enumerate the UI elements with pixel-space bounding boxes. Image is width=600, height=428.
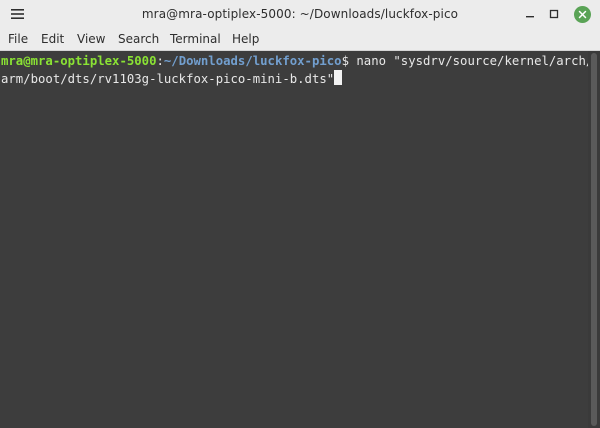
terminal-line: arm/boot/dts/rv1103g-luckfox-pico-mini-b… <box>1 70 343 88</box>
vertical-scrollbar[interactable] <box>588 51 600 428</box>
menu-search[interactable]: Search <box>118 28 159 50</box>
scrollbar-thumb[interactable] <box>591 53 597 426</box>
main-menu-button[interactable] <box>6 0 30 28</box>
hamburger-icon <box>11 9 24 19</box>
title-bar[interactable]: mra@mra-optiplex-5000: ~/Downloads/luckf… <box>0 0 600 28</box>
prompt-symbol: $ <box>341 54 349 68</box>
terminal-output-area[interactable]: mra@mra-optiplex-5000:~/Downloads/luckfo… <box>0 51 593 428</box>
minimize-icon <box>526 16 534 18</box>
menu-file[interactable]: File <box>8 28 28 50</box>
menu-terminal[interactable]: Terminal <box>170 28 221 50</box>
prompt-user: mra@mra-optiplex-5000 <box>1 54 157 68</box>
close-icon <box>578 10 586 18</box>
command-text-continued: arm/boot/dts/rv1103g-luckfox-pico-mini-b… <box>1 72 335 86</box>
maximize-icon <box>549 9 559 19</box>
prompt-path: ~/Downloads/luckfox-pico <box>163 54 342 68</box>
window-title: mra@mra-optiplex-5000: ~/Downloads/luckf… <box>141 7 459 21</box>
menu-view[interactable]: View <box>77 28 105 50</box>
maximize-button[interactable] <box>544 0 564 28</box>
close-button-circle <box>573 5 591 23</box>
command-text: nano "sysdrv/source/kernel/arch/ <box>348 54 594 68</box>
prompt-separator: : <box>156 54 164 68</box>
menu-bar: File Edit View Search Terminal Help <box>0 28 600 51</box>
text-cursor <box>334 70 343 85</box>
terminal-line: mra@mra-optiplex-5000:~/Downloads/luckfo… <box>1 52 593 70</box>
menu-help[interactable]: Help <box>232 28 259 50</box>
terminal-window: mra@mra-optiplex-5000: ~/Downloads/luckf… <box>0 0 600 428</box>
menu-edit[interactable]: Edit <box>41 28 64 50</box>
minimize-button[interactable] <box>520 0 540 28</box>
close-button[interactable] <box>571 0 593 28</box>
